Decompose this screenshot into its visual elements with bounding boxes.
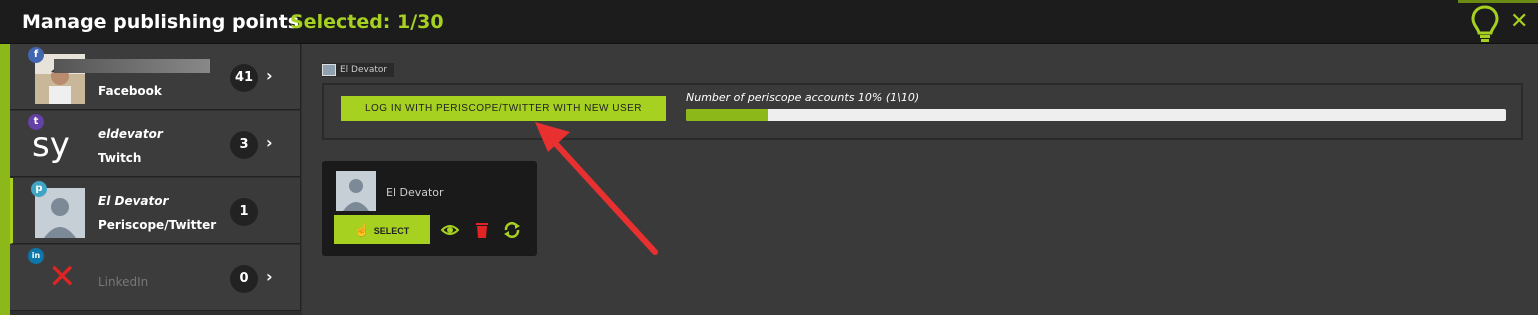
hand-pointer-icon: ☝	[354, 222, 370, 237]
select-button[interactable]: ☝ SELECT	[334, 215, 430, 244]
progress-fill	[686, 109, 768, 121]
disconnected-icon: ✕	[48, 257, 77, 297]
sy-logo: sy	[32, 125, 70, 165]
lightbulb-icon[interactable]	[1470, 5, 1500, 43]
count-badge: 3	[230, 131, 258, 159]
platform-label: LinkedIn	[98, 275, 149, 289]
chevron-right-icon[interactable]: ›	[266, 267, 273, 286]
top-accent-bar	[1458, 0, 1538, 3]
default-avatar	[336, 171, 376, 211]
facebook-icon: f	[28, 47, 44, 63]
twitch-icon: t	[28, 114, 44, 130]
sidebar-item-periscope[interactable]: p El Devator Periscope/Twitter 1	[10, 178, 301, 244]
eye-icon[interactable]	[441, 222, 459, 238]
count-badge: 41	[230, 64, 258, 92]
platform-label: Periscope/Twitter	[98, 218, 217, 232]
page-title: Manage publishing points	[22, 11, 300, 33]
close-icon[interactable]: ✕	[1510, 9, 1528, 34]
header-bar: Manage publishing points Selected: 1/30 …	[0, 0, 1538, 44]
sidebar-item-twitch[interactable]: sy t eldevator Twitch 3 ›	[10, 111, 301, 177]
account-avatar-icon	[322, 64, 336, 76]
platform-label: Twitch	[98, 151, 142, 165]
account-card-name: El Devator	[386, 186, 444, 199]
select-label: SELECT	[373, 225, 410, 236]
chevron-right-icon[interactable]: ›	[266, 66, 273, 85]
account-name: El Devator	[98, 194, 169, 208]
refresh-icon[interactable]	[503, 222, 521, 238]
platform-label: Facebook	[98, 84, 162, 98]
count-badge: 1	[230, 198, 258, 226]
periscope-icon: p	[31, 181, 47, 197]
trash-icon[interactable]	[473, 222, 491, 238]
redacted-name	[54, 59, 210, 73]
linkedin-icon: in	[28, 248, 44, 264]
sidebar: f Facebook 41 › sy t eldevator Twitch 3 …	[0, 44, 302, 315]
sidebar-accent	[0, 44, 10, 315]
selected-count: Selected: 1/30	[290, 11, 444, 33]
sidebar-item-facebook[interactable]: f Facebook 41 ›	[10, 44, 301, 110]
sidebar-item-linkedin[interactable]: ✕ in LinkedIn 0 ›	[10, 245, 301, 311]
accounts-usage-label: Number of periscope accounts 10% (1\10)	[686, 91, 920, 104]
chevron-right-icon[interactable]: ›	[266, 133, 273, 152]
accounts-progress-bar	[686, 109, 1506, 121]
count-badge: 0	[230, 265, 258, 293]
account-name: eldevator	[98, 127, 163, 141]
annotation-arrow	[535, 122, 658, 255]
